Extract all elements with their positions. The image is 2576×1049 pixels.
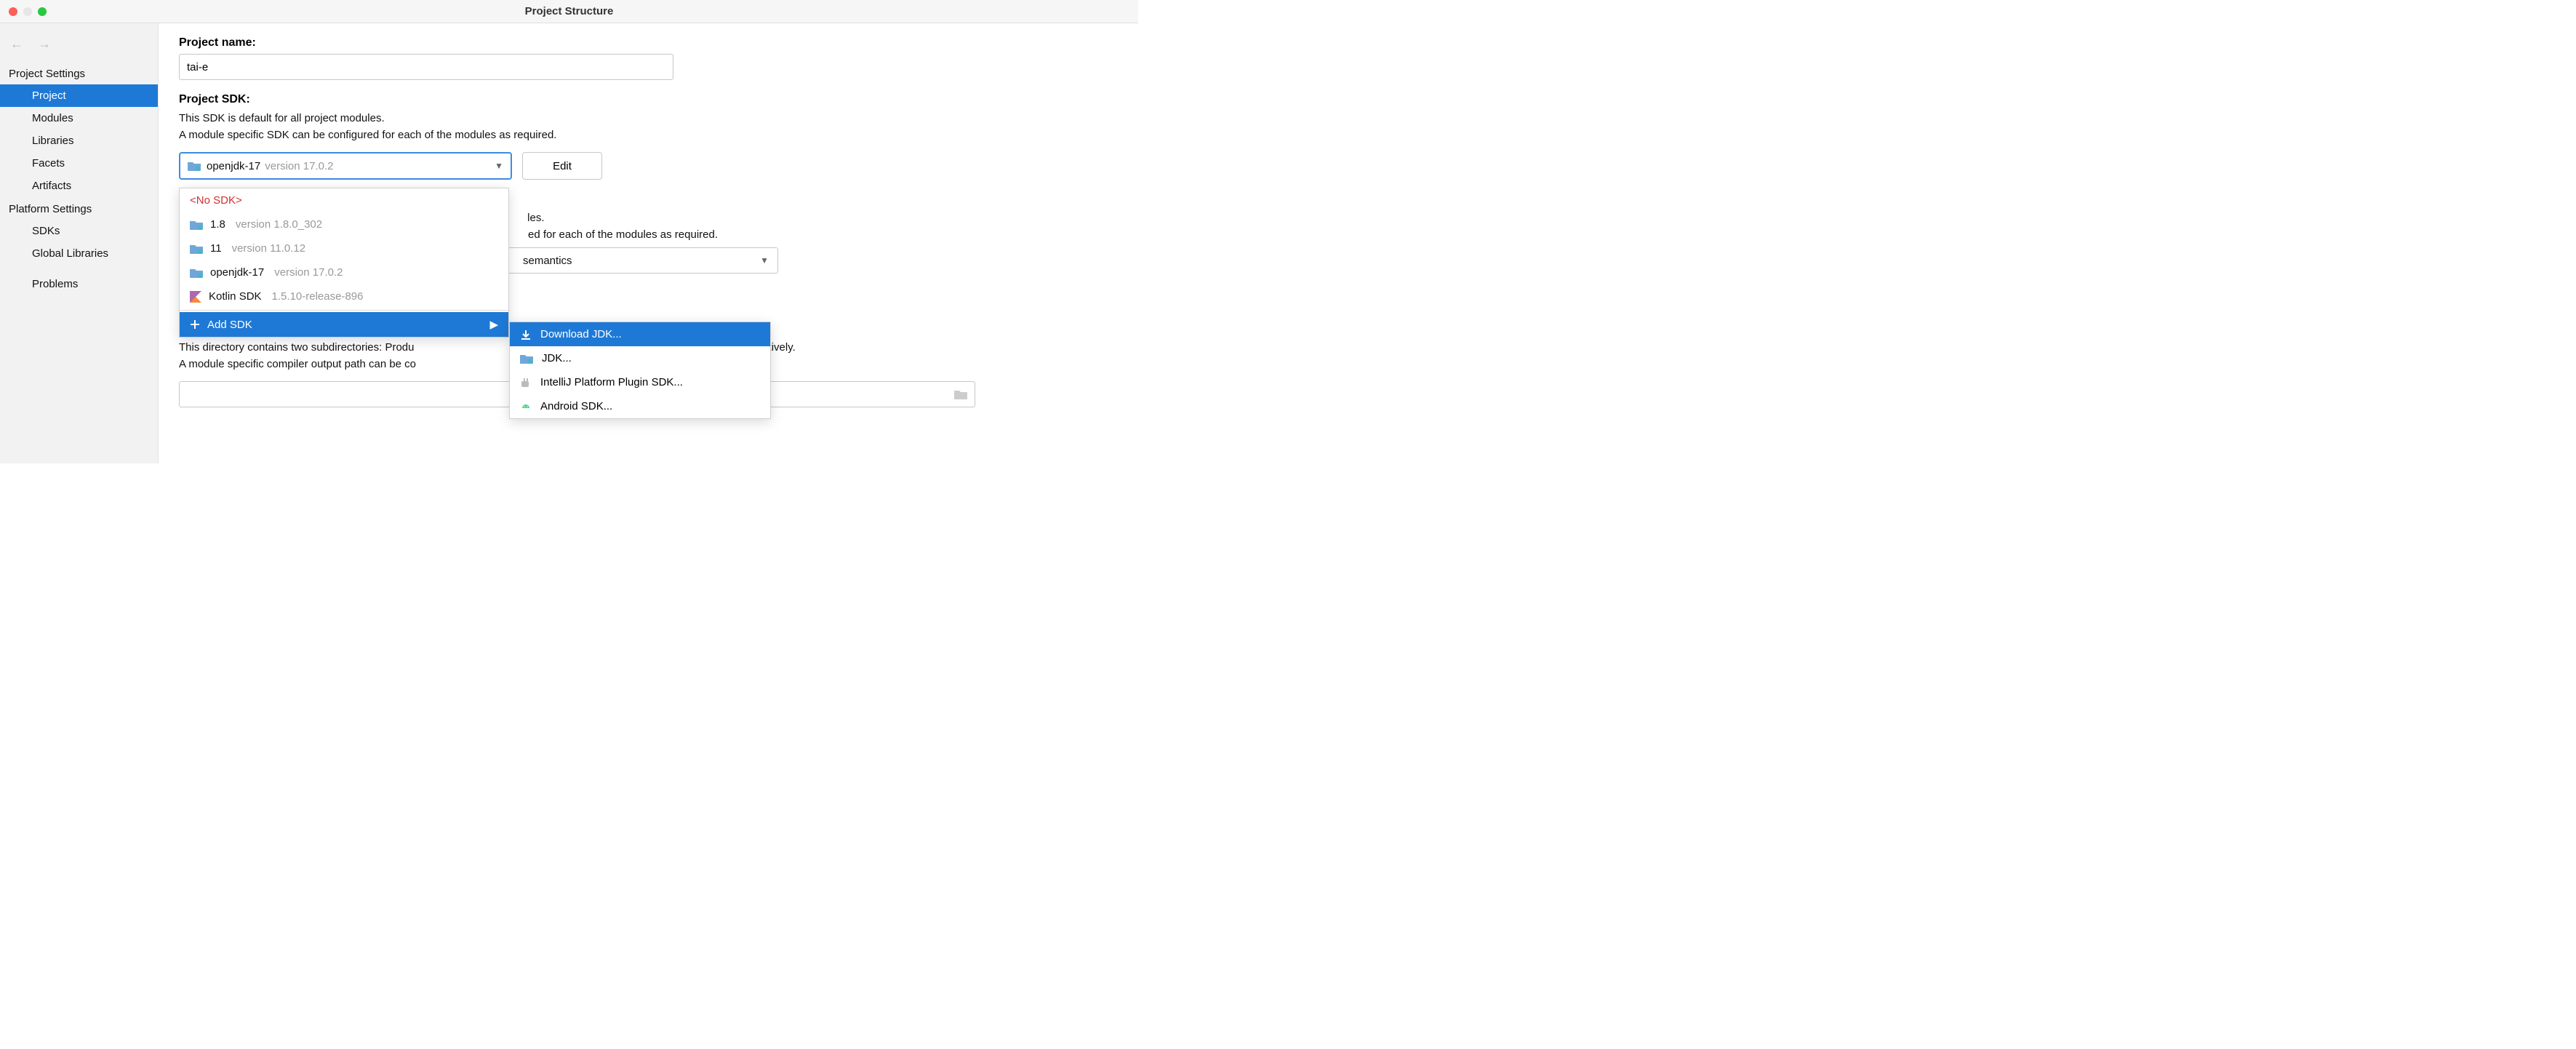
dropdown-item-no-sdk[interactable]: <No SDK> (180, 188, 508, 212)
sidebar-item-global-libraries[interactable]: Global Libraries (0, 242, 158, 265)
dropdown-separator (180, 310, 508, 311)
dropdown-item-sdk[interactable]: openjdk-17 version 17.0.2 (180, 260, 508, 284)
dropdown-item-kotlin-sdk[interactable]: Kotlin SDK 1.5.10-release-896 (180, 284, 508, 308)
submenu-item-download-jdk[interactable]: Download JDK... (510, 322, 770, 346)
submenu-item-android-sdk[interactable]: Android SDK... (510, 394, 770, 418)
content-area: Project name: Project SDK: This SDK is d… (159, 23, 1138, 463)
dropdown-item-add-sdk[interactable]: Add SDK ▶ (180, 312, 508, 337)
titlebar: Project Structure (0, 0, 1138, 23)
plus-icon (190, 319, 200, 330)
selected-sdk-version: version 17.0.2 (265, 160, 333, 172)
close-window-button[interactable] (9, 7, 17, 16)
sidebar-item-sdks[interactable]: SDKs (0, 220, 158, 242)
sidebar-item-problems[interactable]: Problems (0, 272, 158, 296)
nav-forward-icon[interactable]: → (38, 36, 51, 52)
selected-sdk-name: openjdk-17 (207, 160, 260, 172)
zoom-window-button[interactable] (38, 7, 47, 16)
folder-icon (520, 354, 533, 364)
sdk-dropdown: <No SDK> 1.8 version 1.8.0_302 11 versio… (179, 188, 509, 338)
folder-icon (190, 268, 203, 278)
project-sdk-label: Project SDK: (179, 93, 1118, 106)
sidebar-item-project[interactable]: Project (0, 84, 158, 107)
download-icon (520, 329, 532, 340)
dropdown-item-sdk[interactable]: 1.8 version 1.8.0_302 (180, 212, 508, 236)
chevron-down-icon: ▼ (760, 255, 769, 266)
add-sdk-submenu: Download JDK... JDK... IntelliJ Platform… (509, 322, 771, 419)
nav-back-icon[interactable]: ← (10, 36, 23, 52)
window-title: Project Structure (525, 5, 614, 17)
sidebar-item-artifacts[interactable]: Artifacts (0, 175, 158, 197)
project-name-input[interactable] (179, 54, 673, 80)
sidebar-item-facets[interactable]: Facets (0, 152, 158, 175)
language-level-text: semantics (523, 255, 572, 267)
project-name-label: Project name: (179, 36, 1118, 49)
dropdown-item-sdk[interactable]: 11 version 11.0.12 (180, 236, 508, 260)
android-icon (520, 401, 532, 412)
sidebar-item-libraries[interactable]: Libraries (0, 129, 158, 152)
folder-icon (188, 161, 201, 171)
edit-sdk-button[interactable]: Edit (522, 152, 602, 180)
minimize-window-button[interactable] (23, 7, 32, 16)
browse-folder-icon[interactable] (954, 389, 967, 399)
sidebar-item-modules[interactable]: Modules (0, 107, 158, 129)
folder-icon (190, 220, 203, 230)
sidebar: ← → Project Settings Project Modules Lib… (0, 23, 159, 463)
chevron-right-icon: ▶ (489, 318, 498, 331)
plugin-icon (520, 377, 532, 388)
chevron-down-icon: ▼ (495, 161, 503, 171)
sidebar-group-platform-settings: Platform Settings (0, 197, 158, 220)
project-sdk-select[interactable]: openjdk-17 version 17.0.2 ▼ (179, 152, 512, 180)
project-sdk-desc: This SDK is default for all project modu… (179, 111, 1118, 143)
traffic-lights (9, 7, 47, 16)
sidebar-group-project-settings: Project Settings (0, 62, 158, 84)
submenu-item-intellij-plugin-sdk[interactable]: IntelliJ Platform Plugin SDK... (510, 370, 770, 394)
folder-icon (190, 244, 203, 254)
kotlin-icon (190, 291, 201, 303)
submenu-item-jdk[interactable]: JDK... (510, 346, 770, 370)
